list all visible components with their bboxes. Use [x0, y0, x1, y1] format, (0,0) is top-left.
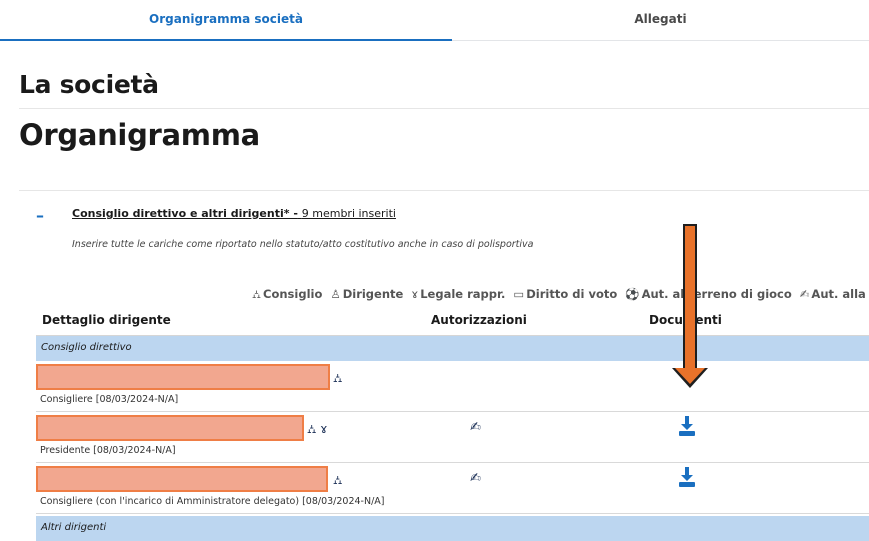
legend-consiglio: ⛼ Consiglio: [252, 287, 323, 301]
section-toggle-link[interactable]: Consiglio direttivo e altri dirigenti* -…: [72, 207, 396, 220]
org-chart-icon: ⛼: [252, 287, 262, 301]
annotation-arrow-head-fill: [675, 368, 705, 384]
medal-icon: ɤ: [411, 287, 419, 301]
column-header-autorizzazioni: Autorizzazioni: [431, 313, 527, 327]
icon-legend: ⛼ Consiglio ♙ Dirigente ɤ Legale rappr. ▭ Di…: [252, 287, 869, 303]
download-icon[interactable]: [677, 466, 697, 488]
collapse-toggle[interactable]: –: [36, 206, 44, 225]
signature-icon: ✍: [799, 287, 810, 301]
tab-organigramma-societa[interactable]: Organigramma società: [0, 0, 452, 41]
divider: [19, 190, 869, 191]
divider: [19, 108, 869, 109]
signature-icon[interactable]: ✍: [470, 420, 481, 435]
ballot-icon: ▭: [513, 287, 525, 301]
group-label: Altri dirigenti: [41, 522, 107, 533]
signature-icon[interactable]: ✍: [470, 471, 481, 486]
page-title: La società: [19, 70, 159, 99]
legend-aut-terreno: ⚽ Aut. al terreno di gioco: [625, 287, 792, 301]
redacted-name: [36, 415, 304, 441]
table-row: ⛼ Consigliere [08/03/2024-N/A]: [36, 361, 869, 412]
table-header: Dettaglio dirigente Autorizzazioni Docum…: [36, 307, 869, 336]
tab-allegati[interactable]: Allegati: [452, 0, 869, 40]
tab-bar: Organigramma società Allegati: [0, 0, 869, 41]
person-icon: ♙: [330, 287, 341, 301]
soccer-ball-icon: ⚽: [625, 287, 640, 301]
section-title: Consiglio direttivo e altri dirigenti* -: [72, 207, 298, 220]
annotation-arrow-shaft: [683, 224, 697, 370]
column-header-dettaglio: Dettaglio dirigente: [42, 313, 171, 327]
role-text: Consigliere (con l'incarico di Amministr…: [40, 496, 385, 507]
legend-legale-rappr: ɤ Legale rappr.: [411, 287, 506, 301]
member-count: 9 membri inseriti: [301, 207, 396, 220]
group-row-consiglio-direttivo: Consiglio direttivo: [36, 336, 869, 361]
org-chart-icon: ⛼: [333, 371, 343, 385]
download-icon[interactable]: [677, 415, 697, 437]
role-text: Presidente [08/03/2024-N/A]: [40, 445, 176, 456]
table-row: ⛼ ✍ Consigliere (con l'incarico di Ammin…: [36, 463, 869, 514]
section-note: Inserire tutte le cariche come riportato…: [72, 239, 534, 250]
redacted-name: [36, 364, 330, 390]
legend-dirigente: ♙ Dirigente: [330, 287, 404, 301]
role-icons: ⛼ ɤ: [307, 422, 328, 436]
group-label: Consiglio direttivo: [41, 342, 132, 353]
table-row: ⛼ ɤ ✍ Presidente [08/03/2024-N/A]: [36, 412, 869, 463]
role-text: Consigliere [08/03/2024-N/A]: [40, 394, 179, 405]
legend-aut-firma: ✍Aut. alla firma: [799, 287, 869, 301]
org-chart-icon: ⛼: [333, 473, 343, 487]
section-heading: Organigramma: [19, 118, 260, 152]
group-row-altri-dirigenti: Altri dirigenti: [36, 516, 869, 541]
redacted-name: [36, 466, 328, 492]
legend-diritto-voto: ▭ Diritto di voto: [513, 287, 618, 301]
